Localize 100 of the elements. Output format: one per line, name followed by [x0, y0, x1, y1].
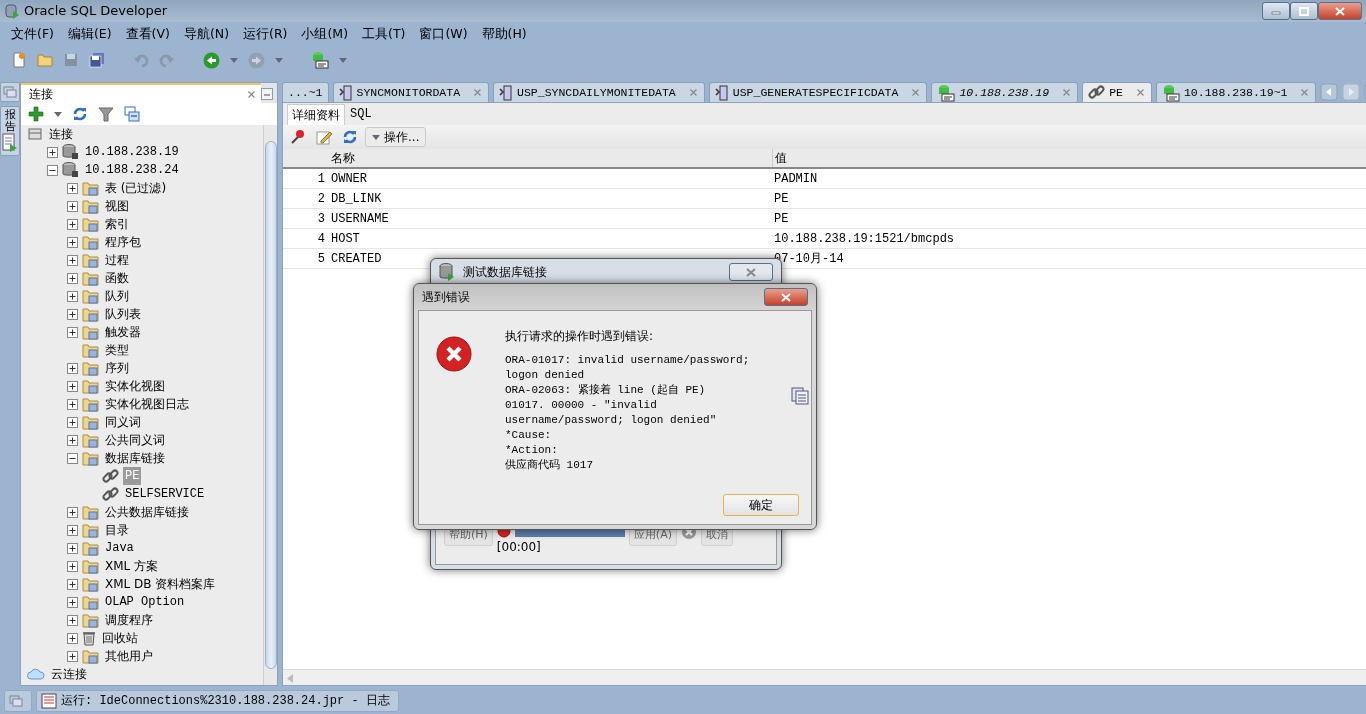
editor-tab[interactable]: 10.188.238.19~1 — [1155, 82, 1317, 102]
editor-tab[interactable]: USP_GENERATESPECIFICDATA — [708, 82, 928, 102]
folder-icon — [82, 432, 99, 448]
window-title: Oracle SQL Developer — [24, 2, 168, 21]
actions-button[interactable]: 操作... — [365, 127, 427, 147]
minimize-button[interactable] — [1262, 2, 1290, 20]
close-icon — [746, 267, 756, 277]
tree-item[interactable]: XML DB 资料档案库 — [103, 575, 218, 593]
expand-toggle[interactable] — [67, 560, 78, 572]
tree-item[interactable]: 触发器 — [103, 323, 143, 341]
tree-item[interactable]: 连接 — [47, 125, 75, 143]
close-button[interactable] — [729, 263, 773, 281]
caret-button[interactable] — [51, 109, 65, 119]
expand-toggle[interactable] — [67, 290, 78, 302]
expand-toggle[interactable] — [67, 578, 78, 590]
collapse-toggle[interactable] — [67, 452, 78, 464]
tree-item[interactable]: 10.188.238.24 — [83, 161, 181, 179]
maximize-button[interactable] — [1290, 2, 1318, 20]
tree-item[interactable]: Java — [103, 539, 136, 557]
add-button[interactable] — [25, 104, 47, 124]
expand-toggle[interactable] — [67, 596, 78, 608]
scrollbar-thumb[interactable] — [264, 141, 277, 669]
column-header[interactable]: 名称 — [329, 149, 772, 167]
expand-toggle[interactable] — [67, 416, 78, 428]
tree-item[interactable]: 公共同义词 — [103, 431, 167, 449]
tree-item[interactable]: 调度程序 — [103, 611, 155, 629]
editor-tab[interactable]: USP_SYNCDAILYMONITEDATA — [493, 82, 705, 102]
editor-tab[interactable]: PE — [1082, 82, 1152, 102]
menu-item[interactable]: 文件(F) — [4, 22, 61, 46]
scroll-left-button[interactable] — [1320, 83, 1339, 101]
expand-toggle[interactable] — [67, 524, 78, 536]
tree-item[interactable]: SELFSERVICE — [123, 485, 207, 503]
expand-toggle[interactable] — [67, 380, 78, 392]
expand-toggle[interactable] — [67, 506, 78, 518]
reports-tab[interactable]: 报告 — [0, 106, 20, 157]
sub-tab[interactable]: 详细资料 — [287, 104, 345, 125]
expand-toggle[interactable] — [67, 632, 78, 644]
expand-toggle[interactable] — [67, 254, 78, 266]
chain-link-icon — [102, 467, 119, 485]
tree-item[interactable]: 10.188.238.19 — [83, 143, 181, 161]
tree-item[interactable]: 视图 — [103, 197, 131, 215]
tree-item[interactable]: 序列 — [103, 359, 131, 377]
tree-item[interactable]: 云连接 — [49, 665, 89, 683]
expand-toggle[interactable] — [67, 308, 78, 320]
expand-toggle[interactable] — [67, 272, 78, 284]
editor-tab[interactable]: SYNCMONITORDATA — [332, 82, 490, 102]
menu-item[interactable]: 小组(M) — [294, 22, 356, 46]
editor-tab[interactable]: ...~1 — [282, 82, 329, 102]
dialog-title: 遇到错误 — [422, 289, 470, 306]
expand-toggle[interactable] — [67, 614, 78, 626]
close-button[interactable] — [764, 288, 808, 306]
close-tab-button[interactable] — [1134, 89, 1146, 96]
expand-toggle[interactable] — [67, 326, 78, 338]
ok-button[interactable]: 确定 — [723, 494, 799, 516]
close-button[interactable] — [1318, 2, 1362, 20]
tree-item[interactable]: 同义词 — [103, 413, 143, 431]
column-header[interactable]: 值 — [772, 149, 1366, 167]
tree-item[interactable]: 类型 — [103, 341, 131, 359]
expand-toggle[interactable] — [67, 200, 78, 212]
collapse-toggle[interactable] — [47, 164, 58, 176]
tree-item[interactable]: OLAP Option — [103, 593, 187, 611]
tree-item[interactable]: 队列 — [103, 287, 131, 305]
tree-item[interactable]: 实体化视图 — [103, 377, 167, 395]
menu-item[interactable]: 窗口(W) — [412, 22, 475, 46]
sub-tab[interactable]: SQL — [345, 103, 377, 125]
tree-item[interactable]: 索引 — [103, 215, 131, 233]
expand-toggle[interactable] — [67, 434, 78, 446]
tree-item[interactable]: 数据库链接 — [103, 449, 167, 467]
close-panel-button[interactable] — [246, 90, 257, 98]
tree-item[interactable]: 表 (已过滤) — [103, 179, 169, 197]
filter-button[interactable] — [95, 104, 117, 124]
expand-toggle[interactable] — [67, 650, 78, 662]
tree-item[interactable]: 公共数据库链接 — [103, 503, 191, 521]
tree-item[interactable]: 队列表 — [103, 305, 143, 323]
collapse-all-button[interactable] — [121, 104, 143, 124]
expand-toggle[interactable] — [67, 236, 78, 248]
expand-toggle[interactable] — [67, 362, 78, 374]
menu-item[interactable]: 导航(N) — [176, 22, 237, 46]
expand-toggle[interactable] — [67, 182, 78, 194]
tree-item[interactable]: 实体化视图日志 — [103, 395, 191, 413]
tree-item[interactable]: 程序包 — [103, 233, 143, 251]
folder-icon — [82, 306, 99, 322]
menu-item[interactable]: 运行(R) — [236, 22, 295, 46]
tree-item[interactable]: 目录 — [103, 521, 131, 539]
expand-toggle[interactable] — [67, 218, 78, 230]
tree-item[interactable]: 回收站 — [100, 629, 140, 647]
expand-toggle[interactable] — [47, 146, 58, 158]
tree-item[interactable]: 过程 — [103, 251, 131, 269]
menu-item[interactable]: 查看(V) — [118, 22, 177, 46]
dialog-heading: 执行请求的操作时遇到错误: — [505, 328, 655, 345]
menu-item[interactable]: 帮助(H) — [474, 22, 534, 46]
add-icon — [28, 106, 44, 122]
editor-tab[interactable]: 10.188.238.19 — [931, 82, 1079, 102]
tree-item[interactable]: 其他用户 — [103, 647, 155, 665]
menu-item[interactable]: 工具(T) — [355, 22, 413, 46]
menu-item[interactable]: 编辑(E) — [60, 22, 119, 46]
tree-item[interactable]: 函数 — [103, 269, 131, 287]
expand-toggle[interactable] — [67, 542, 78, 554]
tree-item[interactable]: XML 方案 — [103, 557, 161, 575]
expand-toggle[interactable] — [67, 398, 78, 410]
